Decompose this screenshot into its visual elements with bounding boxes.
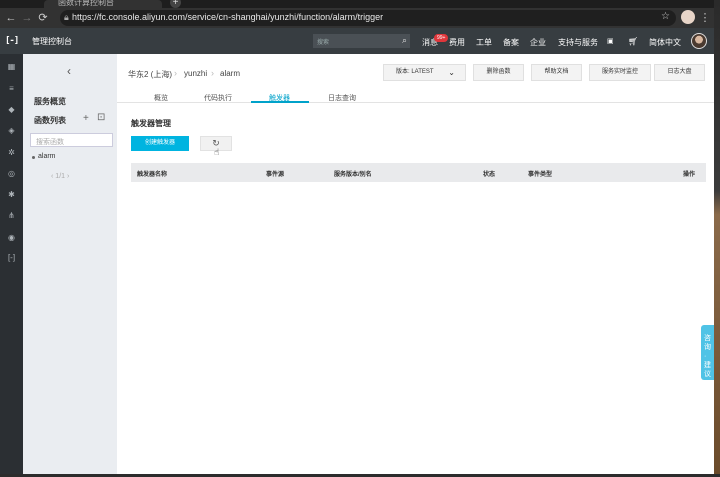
column-header: 事件类型	[528, 172, 553, 178]
console-title[interactable]: 管理控制台	[32, 36, 72, 47]
search-icon[interactable]: ⌕	[402, 35, 407, 46]
log-dashboard-button[interactable]: 日志大盘	[654, 64, 705, 81]
console-header: [-] 管理控制台 搜索 ⌕ 消息 99+ 费用 工单 备案 企业 支持与服务 …	[0, 28, 714, 54]
database-icon[interactable]: ◈	[0, 126, 23, 135]
lock-icon: 🔒︎	[64, 12, 69, 22]
url-text: https://fc.console.aliyun.com/service/cn…	[72, 12, 384, 22]
browser-toolbar: ← → ⟳ 🔒︎ https://fc.console.aliyun.com/s…	[0, 8, 714, 28]
function-sidebar: ‹ 服务概览 函数列表 + ⊡ 搜索函数 alarm ‹ 1/1 ›	[23, 54, 117, 474]
next-page-icon[interactable]: ›	[67, 173, 69, 180]
tab-strip: 函数计算控制台 +	[0, 0, 714, 8]
bug-icon[interactable]: ✲	[0, 148, 23, 157]
menu-icon[interactable]: ⋮	[698, 11, 712, 25]
browser-tab[interactable]: 函数计算控制台	[44, 0, 162, 8]
aliyun-logo-icon[interactable]: [-]	[5, 36, 19, 46]
feedback-button[interactable]: 咨询·建议	[701, 325, 714, 380]
globe-icon[interactable]: ◎	[0, 169, 23, 178]
column-header: 状态	[483, 172, 496, 178]
pagination: ‹ 1/1 ›	[51, 173, 69, 180]
create-trigger-button[interactable]: 创建触发器	[131, 136, 189, 151]
language-select[interactable]: 简体中文	[649, 37, 681, 48]
list-icon[interactable]: ≡	[0, 84, 23, 93]
nav-icp[interactable]: 备案	[503, 37, 519, 48]
desktop-edge	[714, 0, 720, 477]
prev-page-icon[interactable]: ‹	[51, 173, 53, 180]
nav-tickets[interactable]: 工单	[476, 37, 492, 48]
export-icon[interactable]: ⊡	[97, 112, 105, 123]
chevron-down-icon: ⌄	[448, 68, 455, 77]
breadcrumb-service[interactable]: yunzhi	[184, 69, 207, 78]
message-badge: 99+	[434, 34, 449, 42]
search-placeholder: 搜索	[317, 40, 330, 46]
version-select[interactable]: 版本: LATEST ⌄	[383, 64, 466, 81]
shield-icon[interactable]: ◆	[0, 105, 23, 114]
column-header: 操作	[683, 172, 696, 178]
sidebar-item-function-list[interactable]: 函数列表	[34, 115, 66, 126]
service-monitor-button[interactable]: 服务实时监控	[589, 64, 651, 81]
column-header: 事件源	[266, 172, 285, 178]
list-item[interactable]: alarm	[38, 153, 56, 160]
star-icon[interactable]: ☆	[661, 11, 670, 22]
column-header: 触发器名称	[137, 172, 168, 178]
tab-overview[interactable]: 概览	[154, 93, 168, 103]
header-search-input[interactable]: 搜索 ⌕	[313, 34, 410, 48]
feedback-label: 咨询·建议	[704, 335, 711, 378]
settings-icon[interactable]: ✱	[0, 190, 23, 199]
reload-icon[interactable]: ⟳	[36, 11, 50, 25]
sidebar-item-overview[interactable]: 服务概览	[34, 96, 66, 107]
delete-function-button[interactable]: 删除函数	[473, 64, 524, 81]
network-icon[interactable]: ⋔	[0, 211, 23, 220]
nav-enterprise[interactable]: 企业	[530, 37, 546, 48]
trigger-table-header: 触发器名称 事件源 服务版本/别名 状态 事件类型 操作	[131, 163, 706, 182]
tab-log-query[interactable]: 日志查询	[328, 93, 356, 103]
nav-support[interactable]: 支持与服务	[558, 37, 598, 48]
function-search-input[interactable]: 搜索函数	[30, 133, 113, 147]
browser-window: 函数计算控制台 + ← → ⟳ 🔒︎ https://fc.console.al…	[0, 0, 714, 474]
function-tabs: 概览 代码执行 触发器 日志查询	[117, 93, 714, 103]
breadcrumb-function: alarm	[220, 69, 241, 78]
profile-icon[interactable]	[681, 10, 695, 24]
avatar[interactable]	[691, 33, 707, 49]
screen: 函数计算控制台 + ← → ⟳ 🔒︎ https://fc.console.al…	[0, 0, 720, 477]
new-tab-button[interactable]: +	[170, 0, 181, 8]
function-search-placeholder: 搜索函数	[36, 139, 64, 146]
grid-icon[interactable]: ▦	[0, 62, 23, 71]
hand-cursor-icon: ☝︎	[214, 147, 220, 157]
forward-arrow-icon[interactable]: →	[20, 11, 34, 25]
chevron-right-icon: ›	[211, 68, 214, 78]
tab-title: 函数计算控制台	[58, 0, 114, 7]
tab-code[interactable]: 代码执行	[204, 93, 232, 103]
cart-icon[interactable]: 🛒︎	[628, 37, 638, 46]
version-label: 版本: LATEST	[396, 69, 434, 75]
address-bar[interactable]: 🔒︎ https://fc.console.aliyun.com/service…	[60, 10, 676, 26]
eye-icon[interactable]: ◉	[0, 233, 23, 242]
help-docs-button[interactable]: 帮助文档	[531, 64, 582, 81]
nav-billing[interactable]: 费用	[449, 37, 465, 48]
terminal-icon[interactable]: ▣	[607, 37, 614, 45]
breadcrumb-region[interactable]: 华东2 (上海)	[128, 69, 172, 80]
column-header: 服务版本/别名	[334, 172, 372, 178]
back-arrow-icon[interactable]: ←	[4, 11, 18, 25]
main-content: 华东2 (上海) › yunzhi › alarm 版本: LATEST ⌄ 删…	[117, 54, 714, 474]
page-indicator: 1/1	[55, 173, 66, 180]
add-icon[interactable]: +	[83, 113, 89, 124]
section-title: 触发器管理	[131, 119, 171, 128]
chevron-right-icon: ›	[174, 68, 177, 78]
product-rail: ▦ ≡ ◆ ◈ ✲ ◎ ✱ ⋔ ◉ [-]	[0, 54, 23, 474]
back-chevron-icon[interactable]: ‹	[67, 64, 71, 78]
active-tab-underline	[251, 101, 309, 103]
brackets-icon[interactable]: [-]	[0, 253, 23, 262]
function-status-dot	[32, 156, 35, 159]
